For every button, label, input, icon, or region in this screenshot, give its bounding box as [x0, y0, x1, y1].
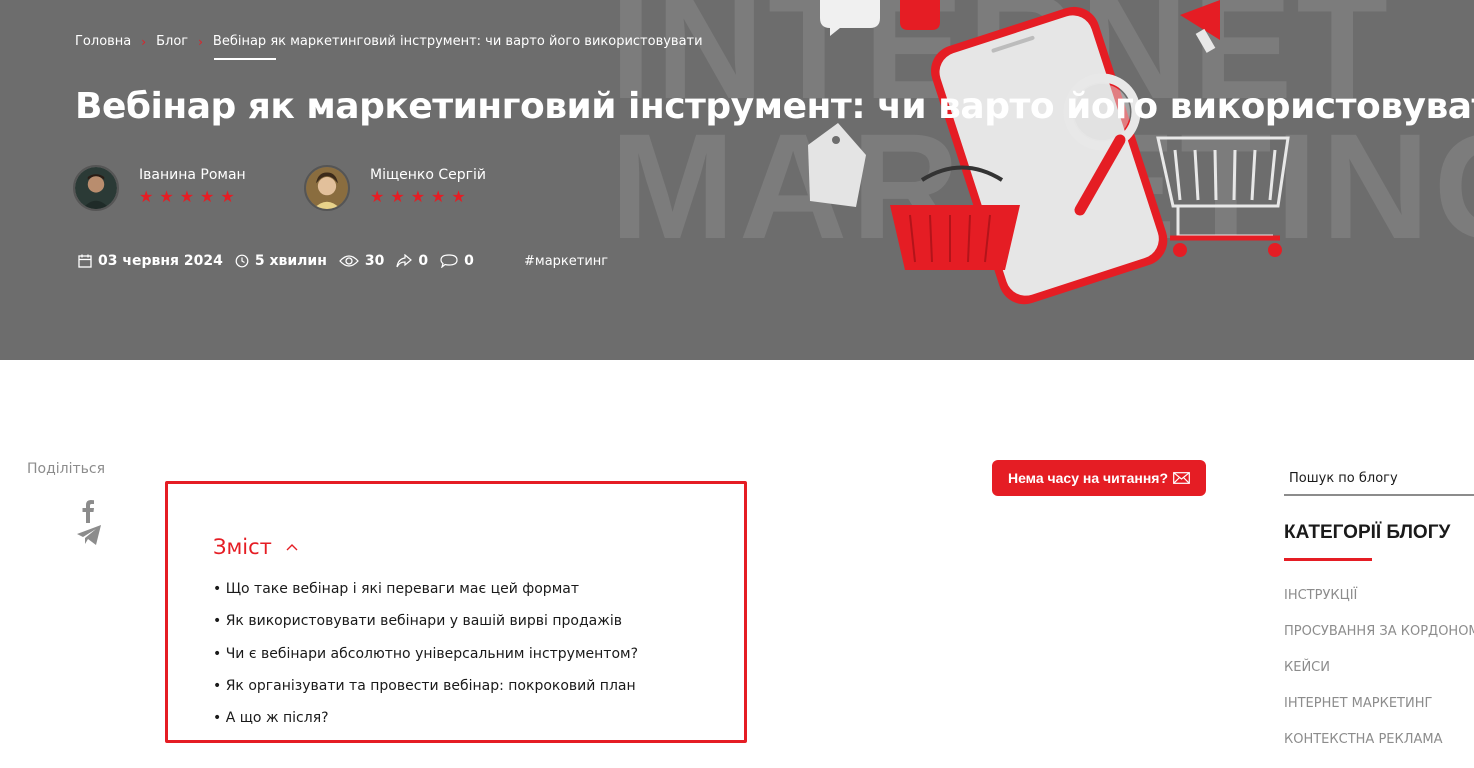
views: 30	[339, 253, 384, 269]
toc-item[interactable]: • Як організувати та провести вебінар: п…	[213, 678, 638, 710]
breadcrumb-separator: ›	[141, 34, 147, 49]
category-link[interactable]: КЕЙСИ	[1284, 660, 1474, 696]
toc-title: Зміст	[213, 535, 272, 559]
categories-title: КАТЕГОРІЇ БЛОГУ	[1284, 522, 1451, 543]
tag-link[interactable]: #маркетинг	[524, 254, 608, 269]
envelope-icon	[1173, 472, 1190, 484]
eye-icon	[339, 255, 359, 267]
breadcrumb-current: Вебінар як маркетинговий інструмент: чи …	[212, 34, 703, 49]
chevron-up-icon	[286, 544, 298, 551]
breadcrumb-separator: ›	[198, 34, 203, 49]
toc-list: • Що таке вебінар і які переваги має цей…	[213, 581, 638, 742]
post-date-value: 03 червня 2024	[98, 253, 223, 269]
avatar	[73, 165, 119, 211]
categories-list: ІНСТРУКЦІЇ ПРОСУВАННЯ ЗА КОРДОНОМ КЕЙСИ …	[1284, 588, 1474, 768]
no-time-to-read-button[interactable]: Нема часу на читання?	[992, 460, 1206, 496]
author-rating-stars: ★★★★★	[370, 187, 472, 206]
facebook-icon[interactable]	[80, 499, 96, 523]
shares-count: 0	[418, 253, 429, 269]
toc-item[interactable]: • Як використовувати вебінари у вашій ви…	[213, 613, 638, 645]
table-of-contents: Зміст • Що таке вебінар і які переваги м…	[165, 481, 747, 743]
comments-count: 0	[464, 253, 474, 269]
categories-title-underline	[1284, 558, 1372, 561]
shares: 0	[396, 253, 428, 269]
calendar-icon	[78, 254, 92, 268]
blog-search-input[interactable]	[1284, 462, 1474, 496]
breadcrumb-underline	[214, 58, 276, 60]
share-arrow-icon	[396, 254, 413, 268]
category-link[interactable]: ІНСТРУКЦІЇ	[1284, 588, 1474, 624]
toc-item[interactable]: • Що таке вебінар і які переваги має цей…	[213, 581, 638, 613]
toc-toggle[interactable]: Зміст	[213, 535, 298, 559]
no-time-to-read-label: Нема часу на читання?	[1007, 470, 1169, 486]
views-count: 30	[364, 253, 385, 269]
clock-icon	[235, 254, 249, 268]
hero-banner: INTERNET MARKETING	[0, 0, 1474, 360]
breadcrumb: Головна › Блог › Вебінар як маркетингови…	[75, 34, 703, 49]
marketing-illustration	[808, 0, 1290, 305]
toc-item[interactable]: • Чи є вебінари абсолютно універсальним …	[213, 646, 638, 678]
read-time: 5 хвилин	[235, 253, 327, 269]
toc-item[interactable]: • А що ж після?	[213, 710, 638, 742]
share-label: Поділіться	[27, 461, 106, 477]
category-link[interactable]: ІНТЕРНЕТ МАРКЕТИНГ	[1284, 696, 1474, 732]
author-name[interactable]: Іванина Роман	[139, 167, 246, 183]
read-time-value: 5 хвилин	[254, 253, 327, 269]
author-name[interactable]: Міщенко Сергій	[370, 167, 486, 183]
post-date: 03 червня 2024	[78, 253, 223, 269]
comments[interactable]: 0	[440, 253, 474, 269]
comment-icon	[440, 254, 458, 268]
breadcrumb-home-link[interactable]: Головна	[75, 34, 131, 49]
author-card[interactable]: Міщенко Сергій ★★★★★	[304, 165, 486, 211]
page-title: Вебінар як маркетинговий інструмент: чи …	[75, 86, 1474, 127]
category-link[interactable]: КОНТЕКСТНА РЕКЛАМА	[1284, 732, 1474, 768]
author-card[interactable]: Іванина Роман ★★★★★	[73, 165, 246, 211]
category-link[interactable]: ПРОСУВАННЯ ЗА КОРДОНОМ	[1284, 624, 1474, 660]
telegram-icon[interactable]	[76, 524, 102, 546]
author-rating-stars: ★★★★★	[139, 187, 241, 206]
breadcrumb-blog-link[interactable]: Блог	[156, 34, 188, 49]
post-meta: 03 червня 2024 5 хвилин 30 0 0	[78, 253, 486, 269]
avatar	[304, 165, 350, 211]
